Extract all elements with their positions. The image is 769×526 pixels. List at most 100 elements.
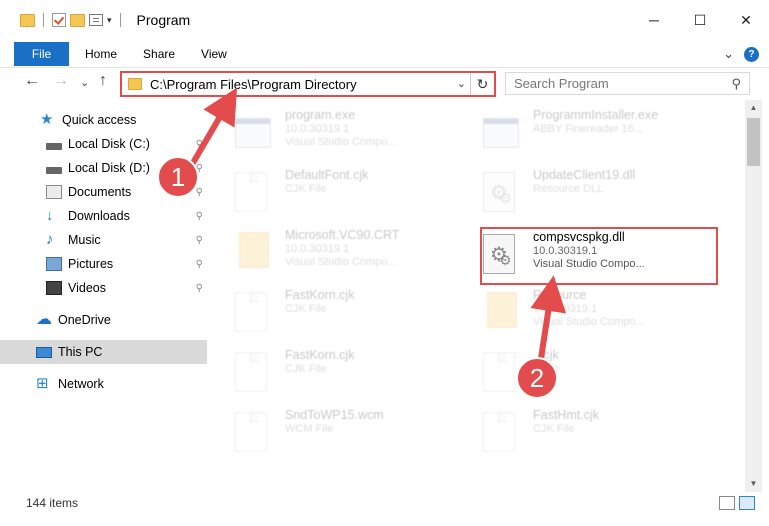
- file-name: program.exe: [285, 108, 356, 122]
- properties-icon[interactable]: [89, 14, 103, 26]
- window-title: Program: [136, 12, 191, 28]
- file-version: 10.0.30319.1: [285, 123, 350, 135]
- file-description: Visual Studio Compo...: [285, 256, 397, 268]
- folder-icon: [20, 13, 35, 27]
- search-icon[interactable]: ⚲: [731, 76, 741, 92]
- file-name: UpdateClient19.dll: [533, 168, 636, 182]
- file-item[interactable]: Microsoft.VC90.CRT 10.0.30319.1 Visual S…: [235, 228, 475, 286]
- pin-icon[interactable]: ⚲: [196, 259, 203, 270]
- expand-ribbon-chevron-icon[interactable]: ⌄: [723, 46, 734, 62]
- sidebar-item-label: Network: [58, 377, 104, 391]
- file-item-compsvcspkg-dll[interactable]: ⚙ ⚙ compsvcspkg.dll 10.0.30319.1 Visual S…: [483, 230, 723, 288]
- file-name: ProgrammInstaller.exe: [533, 108, 659, 122]
- file-item[interactable]: program.exe 10.0.30319.1 Visual Studio C…: [235, 108, 475, 166]
- file-item[interactable]: ProgrammInstaller.exe ABBY Finereader 16…: [483, 108, 723, 166]
- pin-icon[interactable]: ⚲: [196, 283, 203, 294]
- tab-home[interactable]: Home: [85, 47, 117, 61]
- view-switcher: [719, 496, 755, 510]
- refresh-icon[interactable]: ↻: [470, 73, 494, 95]
- file-item[interactable]: Resource 10.0.30319.1 Visual Studio Comp…: [483, 288, 723, 346]
- star-icon: ★: [40, 111, 54, 128]
- scroll-up-arrow-icon[interactable]: ▲: [745, 100, 762, 116]
- recent-locations-chevron-icon[interactable]: ⌄: [80, 76, 89, 89]
- file-type: Resource DLL: [533, 183, 604, 195]
- sidebar-item-label: Pictures: [68, 257, 114, 271]
- exe-icon: [235, 112, 275, 156]
- properties-check-icon[interactable]: [52, 13, 66, 27]
- scroll-thumb[interactable]: [747, 118, 760, 166]
- file-name: FastKorn.cjk: [285, 348, 355, 362]
- address-path[interactable]: C:\Program Files\Program Directory: [150, 77, 357, 92]
- sidebar-item-network[interactable]: ⊞ Network: [0, 372, 207, 396]
- details-view-icon[interactable]: [719, 496, 735, 510]
- customize-toolbar-chevron-icon[interactable]: ▾: [107, 15, 112, 26]
- file-item[interactable]: SndToWP15.wcm WCM File: [235, 408, 475, 466]
- ribbon-tabs: File Home Share View ⌄ ?: [0, 40, 769, 68]
- forward-arrow-icon[interactable]: →: [53, 72, 69, 90]
- sidebar-item-label: Quick access: [62, 113, 137, 127]
- file-version: 10.0.30319.1: [285, 243, 350, 255]
- tiles-view-icon[interactable]: [739, 496, 755, 510]
- file-description: Visual Studio Compo...: [285, 136, 397, 148]
- pin-icon[interactable]: ⚲: [196, 235, 203, 246]
- document-icon: [235, 352, 275, 396]
- file-item[interactable]: DefaultFont.cjk CJK File: [235, 168, 475, 226]
- documents-icon: [46, 185, 62, 199]
- file-version: 10.0.30319.1: [533, 245, 598, 257]
- up-arrow-icon[interactable]: ↑: [99, 72, 107, 90]
- maximize-button[interactable]: ☐: [677, 0, 723, 40]
- close-button[interactable]: ✕: [723, 0, 769, 40]
- document-icon: [235, 172, 275, 216]
- sidebar-item-label: OneDrive: [58, 313, 111, 327]
- file-name: Microsoft.VC90.CRT: [285, 228, 400, 242]
- dll-icon: ⚙ ⚙: [483, 234, 523, 278]
- sidebar-item-music[interactable]: ♪ Music ⚲: [0, 228, 207, 252]
- drive-icon: [46, 142, 62, 150]
- address-bar[interactable]: C:\Program Files\Program Directory ⌄ ↻: [120, 71, 496, 97]
- tab-view[interactable]: View: [201, 47, 227, 61]
- sidebar-item-label: Music: [68, 233, 101, 247]
- search-input[interactable]: [514, 73, 729, 94]
- network-icon: ⊞: [36, 375, 49, 392]
- file-type: CJK File: [533, 423, 575, 435]
- tab-file[interactable]: File: [14, 41, 69, 66]
- help-icon[interactable]: ?: [744, 46, 759, 62]
- quick-access-toolbar: ▾: [20, 13, 125, 27]
- title-bar: ▾ Program ─ ☐ ✕: [0, 0, 769, 40]
- window-controls: ─ ☐ ✕: [631, 0, 769, 40]
- file-type: CJK File: [285, 183, 327, 195]
- pin-icon[interactable]: ⚲: [196, 211, 203, 222]
- file-item[interactable]: ⚙ ⚙ UpdateClient19.dll Resource DLL: [483, 168, 723, 226]
- sidebar-item-downloads[interactable]: ↓ Downloads ⚲: [0, 204, 207, 228]
- folder-icon: [483, 292, 523, 336]
- folder-icon: [235, 232, 275, 276]
- navigation-bar: ← → ⌄ ↑ C:\Program Files\Program Directo…: [0, 68, 769, 100]
- pin-icon[interactable]: ⚲: [196, 187, 203, 198]
- search-box[interactable]: ⚲: [505, 72, 750, 95]
- sidebar-item-onedrive[interactable]: ☁ OneDrive: [0, 308, 207, 332]
- sidebar-item-videos[interactable]: Videos ⚲: [0, 276, 207, 300]
- document-icon: [235, 412, 275, 456]
- tab-share[interactable]: Share: [143, 47, 175, 61]
- file-item[interactable]: FastHmt.cjk CJK File: [483, 408, 723, 466]
- sidebar-item-label: Downloads: [68, 209, 130, 223]
- file-item[interactable]: FastKorn.cjk CJK File: [235, 348, 475, 406]
- sidebar-item-local-disk-c[interactable]: Local Disk (C:) ⚲: [0, 132, 207, 156]
- file-name: SndToWP15.wcm: [285, 408, 384, 422]
- sidebar-item-label: Documents: [68, 185, 132, 199]
- sidebar-item-pictures[interactable]: Pictures ⚲: [0, 252, 207, 276]
- new-folder-icon[interactable]: [70, 13, 85, 27]
- address-history-chevron-icon[interactable]: ⌄: [457, 77, 466, 90]
- document-icon: [483, 412, 523, 456]
- onedrive-icon: ☁: [36, 311, 52, 328]
- minimize-button[interactable]: ─: [631, 0, 677, 40]
- sidebar-item-this-pc[interactable]: This PC: [0, 340, 207, 364]
- vertical-scrollbar[interactable]: ▲ ▼: [745, 100, 762, 492]
- sidebar-item-quick-access[interactable]: ★ Quick access: [0, 108, 207, 132]
- pin-icon[interactable]: ⚲: [196, 139, 203, 150]
- file-item[interactable]: FastKorn.cjk CJK File: [235, 288, 475, 346]
- item-count: 144 items: [26, 496, 79, 510]
- downloads-icon: ↓: [46, 207, 54, 224]
- scroll-down-arrow-icon[interactable]: ▼: [745, 476, 762, 492]
- back-arrow-icon[interactable]: ←: [24, 72, 40, 90]
